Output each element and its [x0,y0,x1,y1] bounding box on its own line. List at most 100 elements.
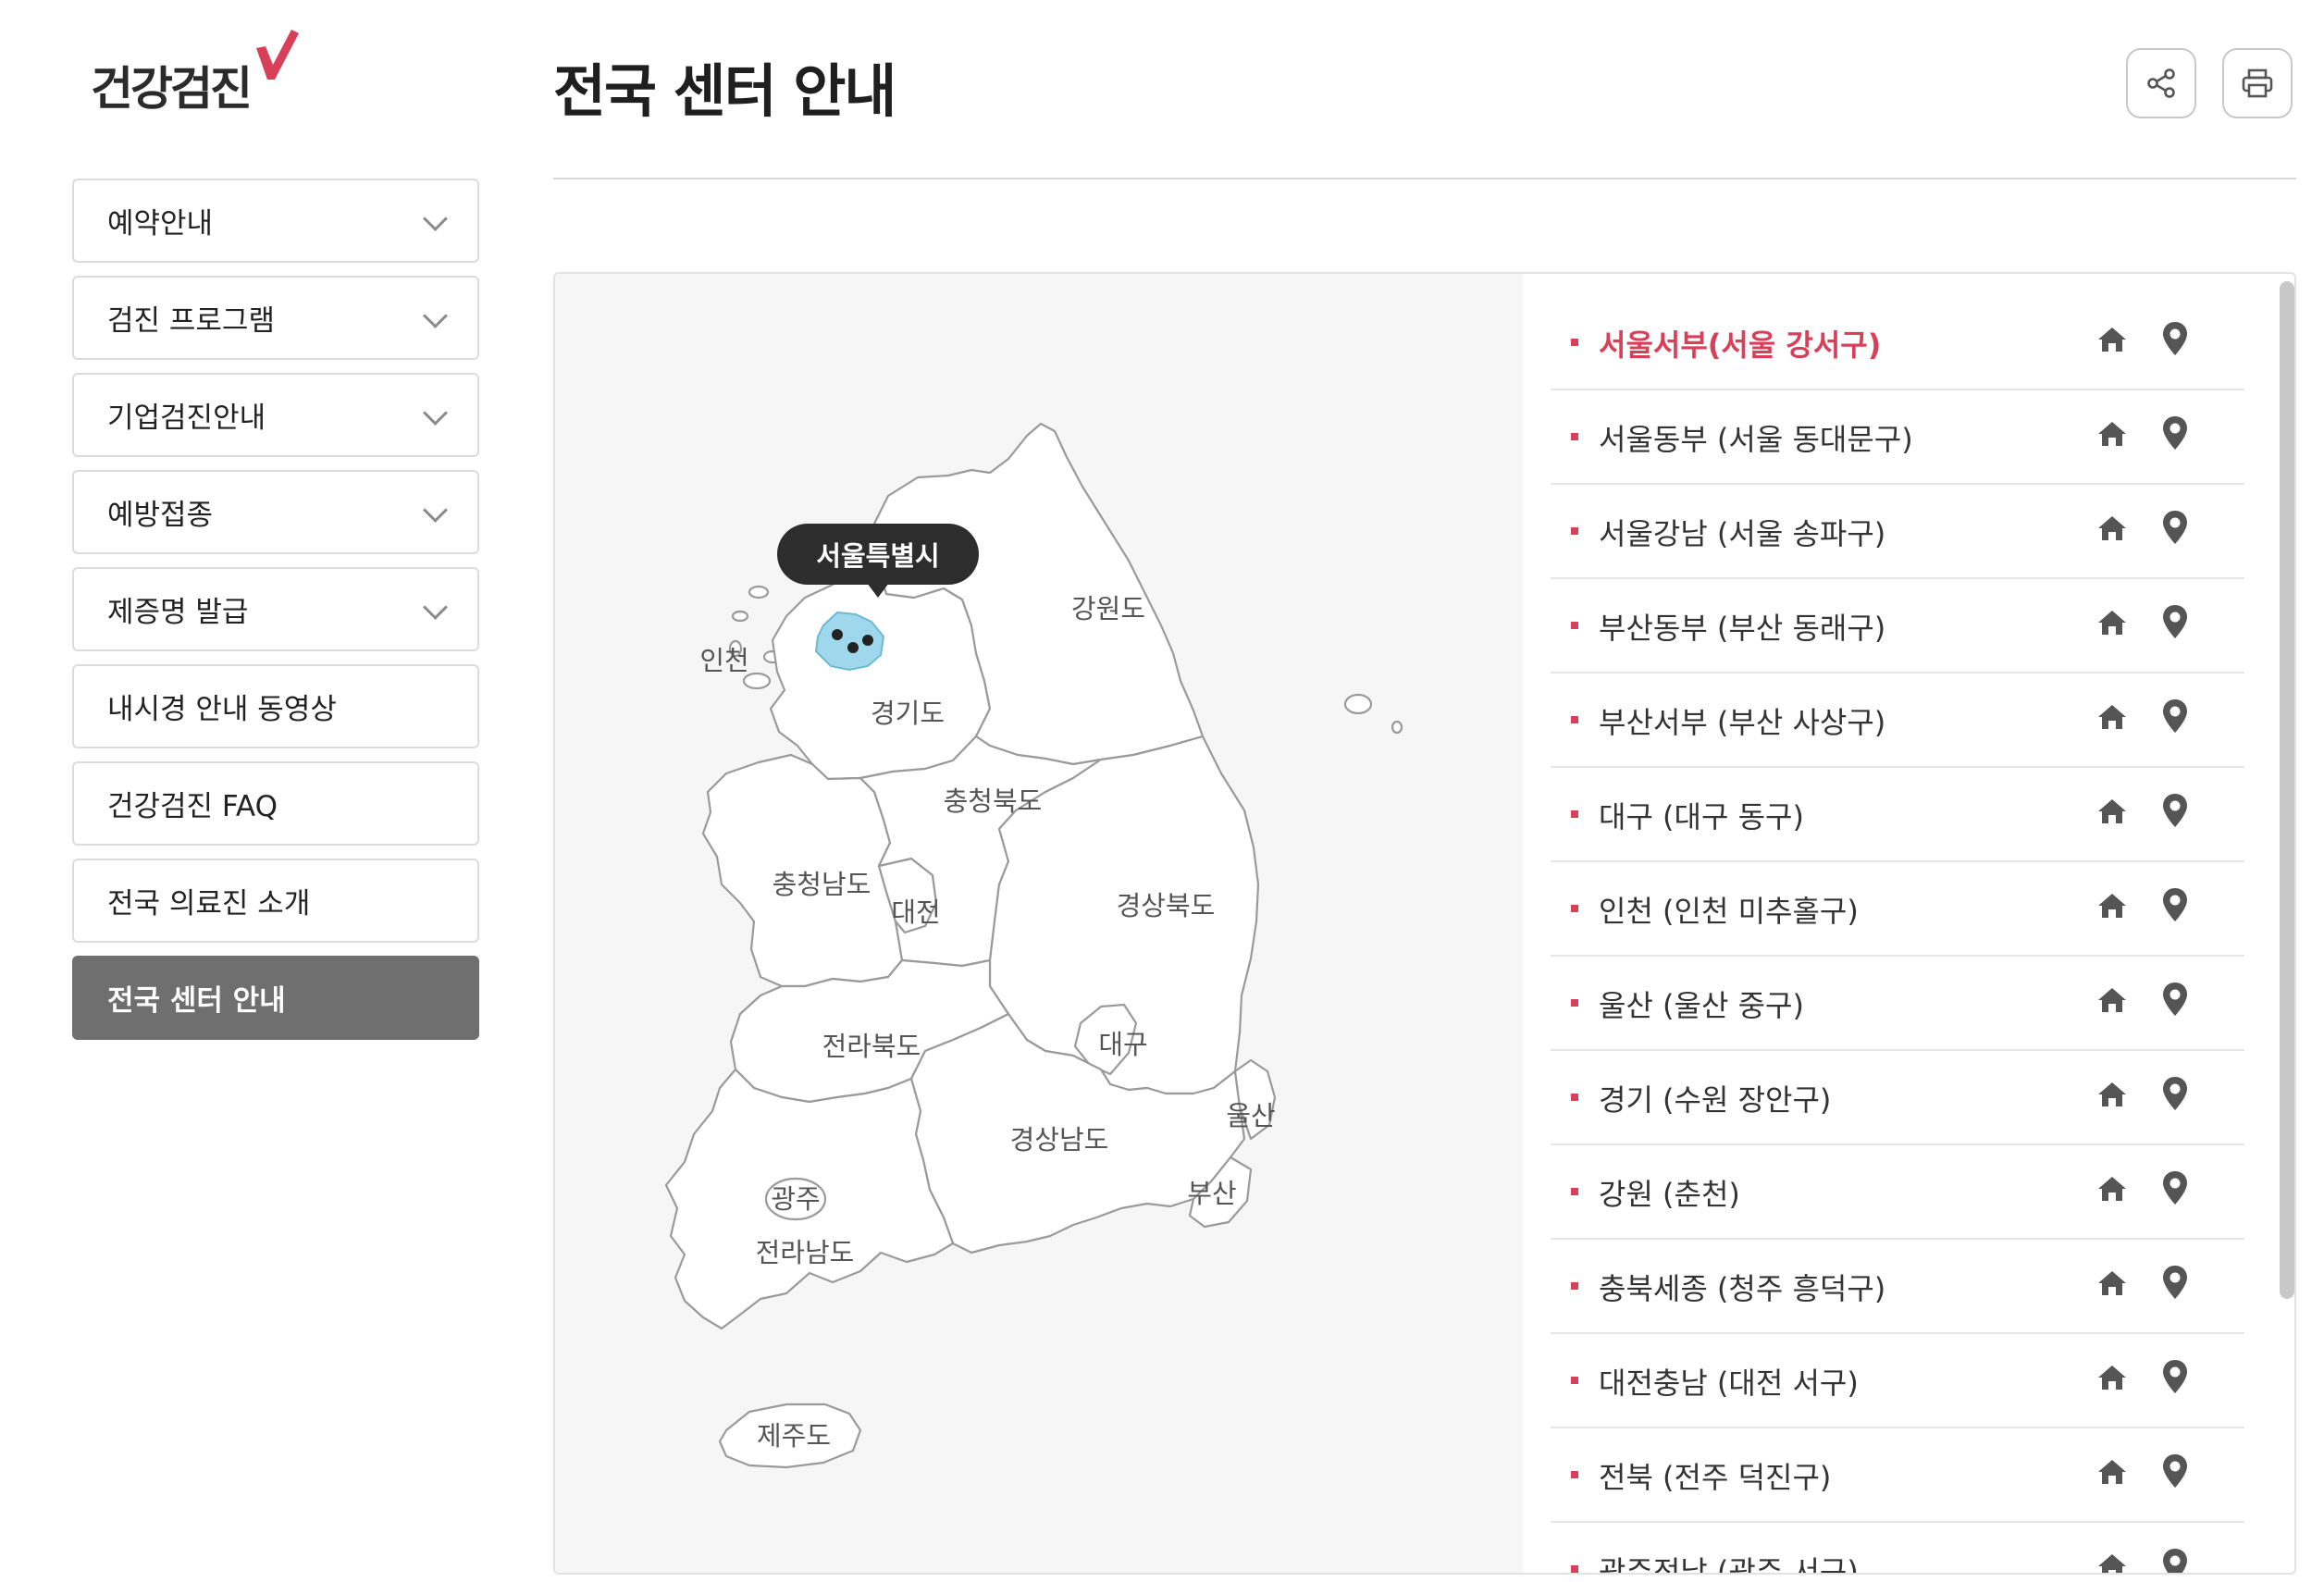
share-button[interactable] [2126,48,2196,118]
center-list-item[interactable]: 충북세종 (청주 흥덕구) [1551,1238,2244,1334]
label-jeonnam[interactable]: 전라남도 [756,1237,855,1268]
sidebar-item-endoscopy-video[interactable]: 내시경 안내 동영상 [72,664,479,748]
sidebar-nav: 예약안내 검진 프로그램 기업검진안내 예방접종 제증명 발급 내시경 안내 동… [72,179,479,1053]
label-chungbuk[interactable]: 충청북도 [944,785,1043,817]
map-pin-icon[interactable] [2161,698,2189,738]
map-pin-icon[interactable] [2161,1358,2189,1399]
center-list-item[interactable]: 강원 (춘천) [1551,1143,2244,1240]
center-dot [832,629,843,640]
map-pin-icon[interactable] [2161,981,2189,1021]
home-icon[interactable] [2096,1552,2128,1573]
label-busan[interactable]: 부산 [1187,1178,1236,1209]
center-list-item[interactable]: 울산 (울산 중구) [1551,955,2244,1051]
map-pin-icon[interactable] [2161,414,2189,455]
center-name[interactable]: 서울서부(서울 강서구) [1599,322,1881,365]
sidebar-item-label: 내시경 안내 동영상 [107,693,337,726]
printer-icon [2242,68,2273,98]
home-icon[interactable] [2096,986,2128,1018]
center-name[interactable]: 충북세종 (청주 흥덕구) [1599,1266,1885,1308]
map-pin-icon[interactable] [2161,1075,2189,1116]
label-jeonbuk[interactable]: 전라북도 [822,1031,921,1062]
home-icon[interactable] [2096,892,2128,923]
sidebar-item-certificates[interactable]: 제증명 발급 [72,567,479,651]
bullet-marker [1571,1377,1578,1384]
label-gwangju[interactable]: 광주 [771,1183,820,1215]
center-list-item[interactable]: 광주전남 (광주 서구) [1551,1521,2244,1573]
sidebar-item-reservation[interactable]: 예약안내 [72,179,479,263]
list-scrollbar[interactable] [2280,281,2294,1299]
label-chungnam[interactable]: 충청남도 [773,869,872,900]
center-list-item[interactable]: 부산동부 (부산 동래구) [1551,577,2244,674]
center-name[interactable]: 광주전남 (광주 서구) [1599,1549,1859,1573]
home-icon[interactable] [2096,797,2128,829]
center-name[interactable]: 강원 (춘천) [1599,1171,1740,1214]
sidebar-item-checkup-program[interactable]: 검진 프로그램 [72,276,479,360]
home-icon[interactable] [2096,326,2128,357]
center-list-item[interactable]: 대전충남 (대전 서구) [1551,1332,2244,1428]
center-list-item[interactable]: 전북 (전주 덕진구) [1551,1427,2244,1523]
sidebar-item-corporate-checkup[interactable]: 기업검진안내 [72,373,479,457]
center-name[interactable]: 인천 (인천 미추홀구) [1599,888,1859,931]
map-pin-icon[interactable] [2161,1264,2189,1304]
sidebar-item-faq[interactable]: 건강검진 FAQ [72,761,479,846]
logo-text: 건강검진 [91,62,253,116]
label-jeju[interactable]: 제주도 [757,1420,831,1452]
home-icon[interactable] [2096,1458,2128,1489]
center-finder-panel: 인천 경기도 강원도 충청북도 충청남도 대전 경상북도 전라북도 대구 울산 … [553,272,2296,1575]
center-name[interactable]: 서울동부 (서울 동대문구) [1599,416,1913,459]
center-name[interactable]: 울산 (울산 중구) [1599,983,1804,1025]
center-list-item[interactable]: 서울강남 (서울 송파구) [1551,483,2244,579]
label-daejeon[interactable]: 대전 [891,896,940,928]
center-list-item[interactable]: 서울동부 (서울 동대문구) [1551,389,2244,485]
label-ulsan[interactable]: 울산 [1226,1100,1275,1131]
home-icon[interactable] [2096,514,2128,546]
center-list-item[interactable]: 인천 (인천 미추홀구) [1551,860,2244,957]
center-name[interactable]: 서울강남 (서울 송파구) [1599,511,1885,553]
sidebar-item-vaccination[interactable]: 예방접종 [72,470,479,554]
sidebar-item-centers[interactable]: 전국 센터 안내 [72,956,479,1040]
map-pin-icon[interactable] [2161,320,2189,361]
home-icon[interactable] [2096,1081,2128,1112]
home-icon[interactable] [2096,1175,2128,1206]
home-icon[interactable] [2096,609,2128,640]
map-pin-icon[interactable] [2161,886,2189,927]
label-gyeongbuk[interactable]: 경상북도 [1117,890,1216,921]
label-gangwon[interactable]: 강원도 [1071,593,1145,624]
label-daegu[interactable]: 대구 [1098,1029,1147,1060]
home-icon[interactable] [2096,1364,2128,1395]
label-gyeonggi[interactable]: 경기도 [871,698,945,729]
page-title: 전국 센터 안내 [553,57,896,125]
home-icon[interactable] [2096,420,2128,451]
center-name[interactable]: 부산동부 (부산 동래구) [1599,605,1885,648]
print-button[interactable] [2222,48,2293,118]
center-name[interactable]: 경기 (수원 장안구) [1599,1077,1831,1119]
chevron-down-icon [423,594,448,620]
center-name[interactable]: 부산서부 (부산 사상구) [1599,699,1885,742]
map-pin-icon[interactable] [2161,1452,2189,1493]
map-pin-icon[interactable] [2161,603,2189,644]
center-name[interactable]: 대전충남 (대전 서구) [1599,1360,1859,1403]
sidebar-item-label: 전국 센터 안내 [107,984,286,1018]
map-pin-icon[interactable] [2161,509,2189,550]
map-pin-icon[interactable] [2161,1547,2189,1573]
map-pin-icon[interactable] [2161,1169,2189,1210]
sidebar-item-medical-staff[interactable]: 전국 의료진 소개 [72,859,479,943]
bullet-marker [1571,527,1578,535]
center-list-item[interactable]: 부산서부 (부산 사상구) [1551,672,2244,768]
chevron-down-icon [423,205,448,231]
header-divider [553,178,2296,179]
map-pin-icon[interactable] [2161,792,2189,833]
center-name[interactable]: 전북 (전주 덕진구) [1599,1454,1831,1497]
sidebar-item-label: 건강검진 FAQ [107,790,278,823]
label-gyeongnam[interactable]: 경상남도 [1010,1124,1109,1156]
home-icon[interactable] [2096,703,2128,735]
center-name[interactable]: 대구 (대구 동구) [1599,794,1804,836]
center-list-item[interactable]: 경기 (수원 장안구) [1551,1049,2244,1145]
label-incheon: 인천 [699,645,748,676]
share-icon [2147,68,2175,98]
center-list-item[interactable]: 대구 (대구 동구) [1551,766,2244,862]
center-dot [847,642,859,653]
center-dot [862,635,873,646]
home-icon[interactable] [2096,1269,2128,1301]
center-list-item[interactable]: 서울서부(서울 강서구) [1551,294,2244,390]
